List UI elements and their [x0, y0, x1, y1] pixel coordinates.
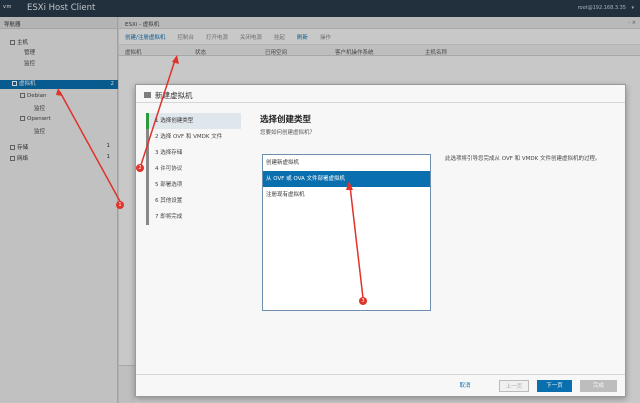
- annotation-marker-1: 1: [116, 201, 124, 209]
- annotation-marker-3: 3: [359, 297, 367, 305]
- arrow-2-head: [172, 55, 179, 64]
- arrow-1-head: [56, 88, 63, 96]
- arrow-3-head: [346, 181, 353, 190]
- arrow-2-line: [139, 59, 176, 169]
- annotation-arrows: [56, 55, 364, 299]
- arrow-3-line: [349, 185, 364, 299]
- arrow-1-line: [59, 91, 123, 206]
- annotation-marker-2: 2: [136, 164, 144, 172]
